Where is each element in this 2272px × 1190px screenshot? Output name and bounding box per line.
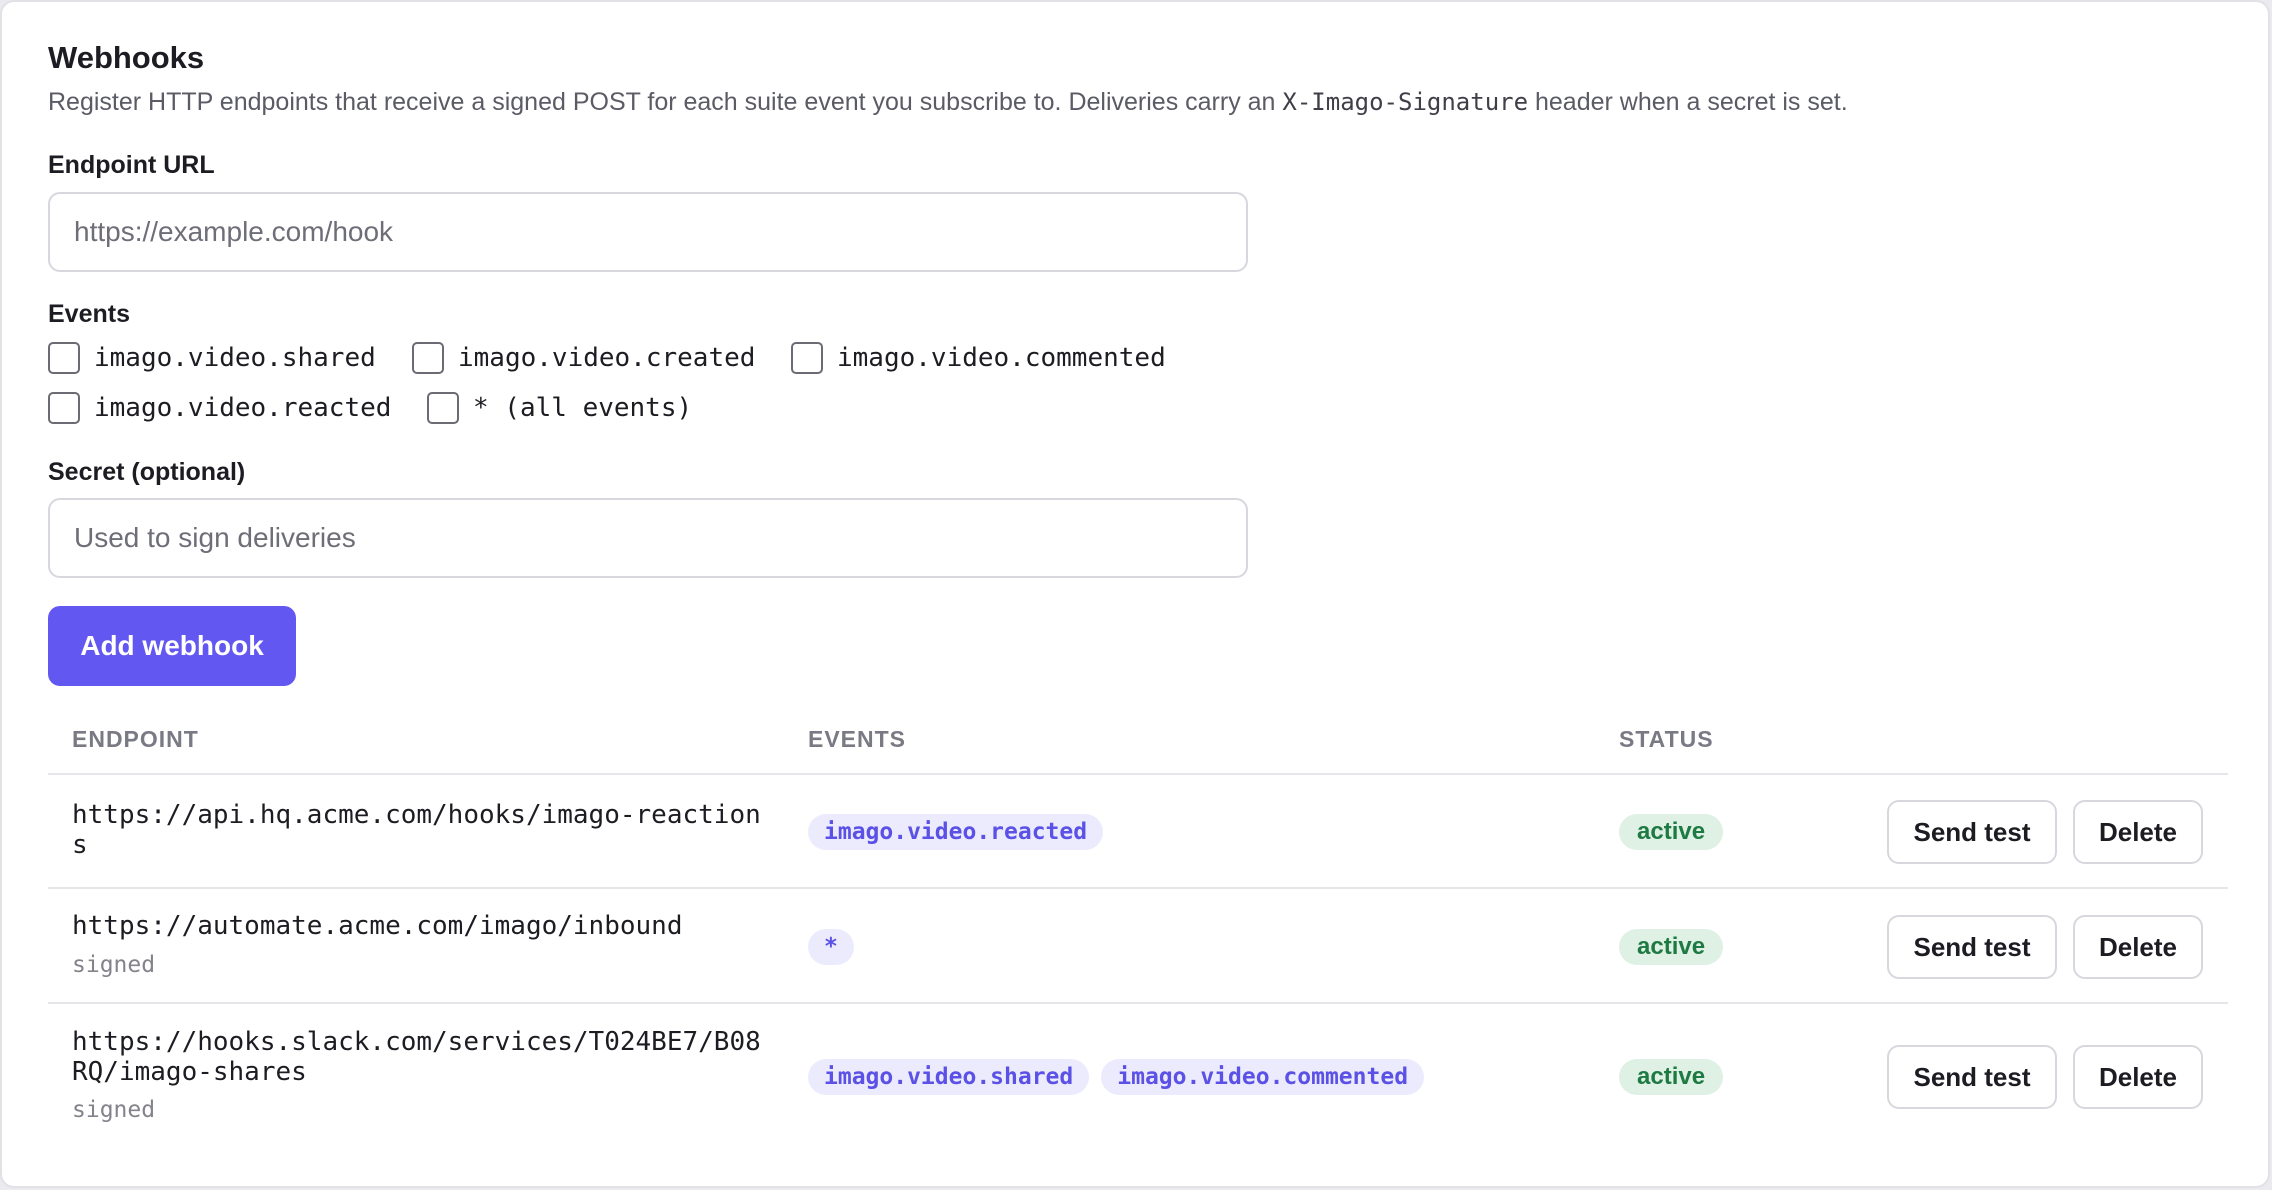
checkbox-box[interactable] [791,342,823,374]
endpoint-url-input[interactable] [48,192,1248,272]
event-checkbox-video-shared[interactable]: imago.video.shared [48,342,376,374]
delete-button[interactable]: Delete [2073,915,2203,979]
event-chip: imago.video.reacted [808,814,1104,850]
signed-indicator: signed [72,952,156,978]
event-chip: imago.video.commented [1101,1059,1425,1095]
column-header-events: EVENTS [808,726,907,752]
webhook-events: * [808,929,854,965]
send-test-button[interactable]: Send test [1887,915,2057,979]
row-divider [48,887,2228,889]
secret-label: Secret (optional) [48,458,246,486]
webhook-events: imago.video.shared imago.video.commented [808,1059,1425,1095]
event-checkbox-all-events[interactable]: * (all events) [427,392,692,424]
webhook-endpoint-url: https://hooks.slack.com/services/T024BE7… [72,1027,761,1087]
signed-indicator: signed [72,1097,156,1123]
checkbox-box[interactable] [48,392,80,424]
checkbox-box[interactable] [48,342,80,374]
checkbox-box[interactable] [412,342,444,374]
table-header-divider [48,773,2228,775]
description-text-before: Register HTTP endpoints that receive a s… [48,88,1283,116]
event-checkbox-label: imago.video.shared [94,343,376,373]
event-checkbox-label: * (all events) [473,393,693,423]
add-webhook-button[interactable]: Add webhook [48,606,296,686]
endpoint-url-label: Endpoint URL [48,151,215,179]
delete-button[interactable]: Delete [2073,800,2203,864]
events-label: Events [48,300,130,328]
webhook-endpoint-url: https://automate.acme.com/imago/inbound [72,911,683,941]
webhooks-card: Webhooks Register HTTP endpoints that re… [0,0,2270,1188]
event-checkbox-video-commented[interactable]: imago.video.commented [791,342,1166,374]
secret-input[interactable] [48,498,1248,578]
event-checkbox-label: imago.video.created [458,343,756,373]
event-checkbox-label: imago.video.commented [837,343,1166,373]
event-checkbox-video-created[interactable]: imago.video.created [412,342,755,374]
event-chip: imago.video.shared [808,1059,1090,1095]
event-checkbox-video-reacted[interactable]: imago.video.reacted [48,392,391,424]
column-header-endpoint: ENDPOINT [72,726,199,752]
description-text-after: header when a secret is set. [1528,88,1848,116]
webhook-endpoint-url: https://api.hq.acme.com/hooks/imago-reac… [72,800,761,860]
status-badge: active [1619,1059,1724,1095]
status-badge: active [1619,929,1724,965]
event-chip: * [808,929,854,965]
send-test-button[interactable]: Send test [1887,800,2057,864]
checkbox-box[interactable] [427,392,459,424]
webhook-events: imago.video.reacted [808,814,1104,850]
delete-button[interactable]: Delete [2073,1045,2203,1109]
signature-header-code: X-Imago-Signature [1282,88,1529,116]
event-checkbox-label: imago.video.reacted [94,393,392,423]
send-test-button[interactable]: Send test [1887,1045,2057,1109]
row-divider [48,1002,2228,1004]
status-badge: active [1619,814,1724,850]
page-description: Register HTTP endpoints that receive a s… [48,88,1848,117]
column-header-status: STATUS [1619,726,1714,752]
page-title: Webhooks [48,40,205,75]
